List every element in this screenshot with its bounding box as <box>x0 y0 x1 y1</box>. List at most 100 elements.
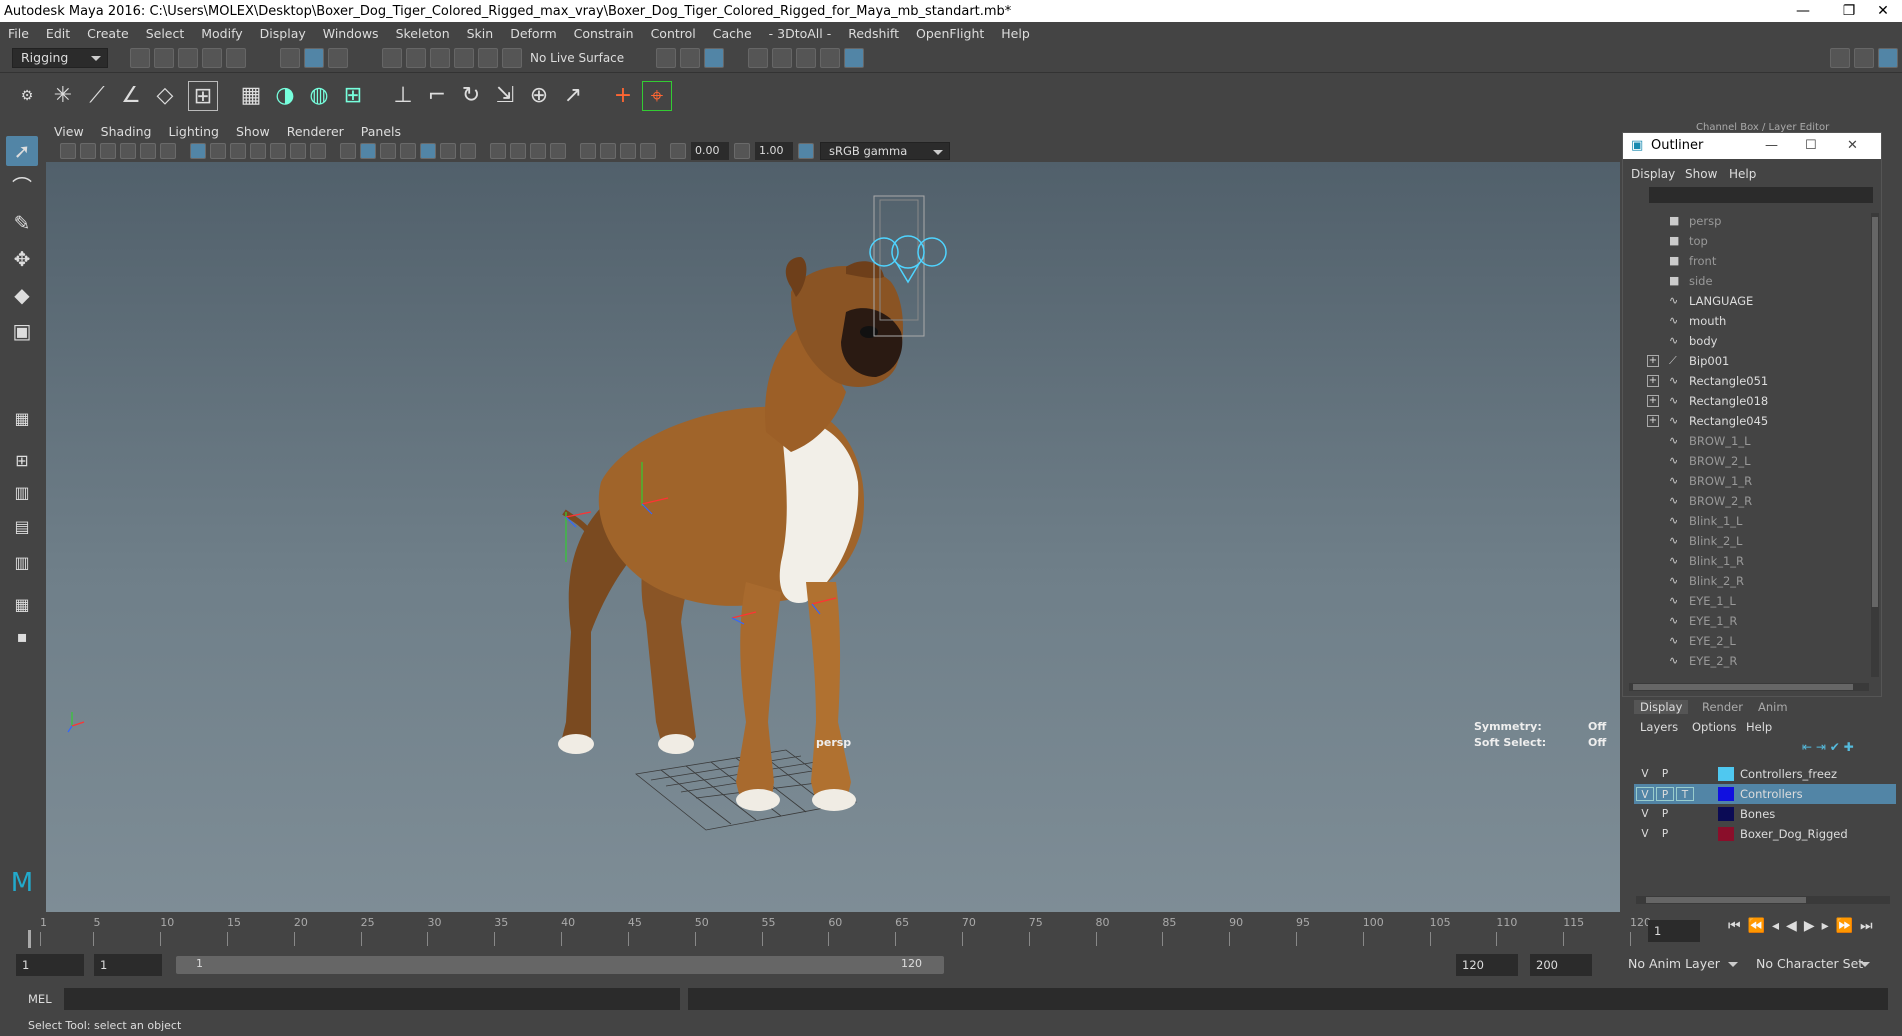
outliner-hscroll[interactable] <box>1629 683 1869 691</box>
render-globals-icon[interactable] <box>844 48 865 68</box>
persp-graph-icon[interactable]: ▥ <box>6 548 38 578</box>
menu-file[interactable]: File <box>8 26 29 41</box>
outliner-item[interactable]: ∿ EYE_2_R <box>1623 651 1863 671</box>
time-slider[interactable]: 1 5 10 15 20 25 30 35 40 45 50 55 60 65 70 75 80 85 90 95 10… <box>0 914 1902 952</box>
menu-cache[interactable]: Cache <box>713 26 752 41</box>
mirror-joint-icon[interactable]: ◇ <box>150 81 180 111</box>
layers-menu-options[interactable]: Options <box>1692 720 1736 734</box>
outliner-vscroll[interactable] <box>1871 213 1879 677</box>
2d-pan-icon[interactable] <box>140 143 156 159</box>
layer-visibility-toggle[interactable]: V <box>1636 807 1654 821</box>
lasso-tool-icon[interactable]: ⌒ <box>6 172 38 202</box>
outliner-item[interactable]: ∿ EYE_1_R <box>1623 611 1863 631</box>
close-button[interactable]: ✕ <box>1860 0 1902 22</box>
snap-grid-icon[interactable] <box>382 48 402 68</box>
scale-constraint-icon[interactable]: ⇲ <box>490 81 520 111</box>
render-view-icon[interactable] <box>680 48 701 68</box>
ambient-occlusion-icon[interactable] <box>490 143 506 159</box>
safe-title-icon[interactable] <box>310 143 326 159</box>
aim-constraint-icon[interactable]: ⊕ <box>524 81 554 111</box>
layer-color-swatch[interactable] <box>1718 767 1734 781</box>
default-material-icon[interactable] <box>380 143 396 159</box>
wireframe-icon[interactable] <box>340 143 356 159</box>
orient-joint-icon[interactable]: ⊞ <box>188 81 218 111</box>
select-hierarchy-icon[interactable] <box>280 48 300 68</box>
tab-display[interactable]: Display <box>1634 700 1689 714</box>
film-gate-icon[interactable] <box>210 143 226 159</box>
mel-label[interactable]: MEL <box>28 992 52 1006</box>
playblast-icon[interactable] <box>820 48 841 68</box>
outliner-menu-show[interactable]: Show <box>1685 167 1717 181</box>
menu-display[interactable]: Display <box>260 26 306 41</box>
motion-blur-icon[interactable] <box>510 143 526 159</box>
more-layouts-icon[interactable]: ▪ <box>6 622 38 652</box>
outliner-menu-help[interactable]: Help <box>1729 167 1756 181</box>
menu-skin[interactable]: Skin <box>467 26 494 41</box>
outliner-item[interactable]: + ∿ Rectangle018 <box>1623 391 1863 411</box>
character-set-dropdown[interactable]: No Character Set <box>1748 955 1876 975</box>
anim-end-field[interactable]: 200 <box>1530 954 1592 976</box>
lights-icon[interactable] <box>440 143 456 159</box>
outliner-item[interactable]: ∿ mouth <box>1623 311 1863 331</box>
layers-menu-layers[interactable]: Layers <box>1640 720 1678 734</box>
menu-deform[interactable]: Deform <box>510 26 556 41</box>
outliner-item[interactable]: ■ side <box>1623 271 1863 291</box>
layer-visibility-toggle[interactable]: V <box>1636 767 1654 781</box>
perspective-viewport[interactable]: persp Symmetry: Off Soft Select: Off <box>46 162 1620 912</box>
outliner-item[interactable]: ∿ BROW_2_L <box>1623 451 1863 471</box>
render-frame-icon[interactable] <box>748 48 769 68</box>
two-view-icon[interactable]: ▥ <box>6 478 38 508</box>
outliner-menu-display[interactable]: Display <box>1631 167 1675 181</box>
orient-constraint-icon[interactable]: ↻ <box>456 81 486 111</box>
select-tool-icon[interactable]: ➚ <box>6 136 38 166</box>
anim-layer-dropdown[interactable]: No Anim Layer <box>1620 955 1744 975</box>
select-object-icon[interactable] <box>304 48 324 68</box>
outliner-maximize-icon[interactable]: ☐ <box>1805 133 1817 159</box>
outliner-search-input[interactable] <box>1649 187 1873 203</box>
outliner-minimize-icon[interactable]: — <box>1765 133 1778 159</box>
menu-windows[interactable]: Windows <box>323 26 379 41</box>
redo-icon[interactable] <box>226 48 246 68</box>
outliner-item[interactable]: ∿ body <box>1623 331 1863 351</box>
xray-joints-icon[interactable] <box>640 143 656 159</box>
exposure-icon[interactable] <box>670 143 686 159</box>
menu-modify[interactable]: Modify <box>201 26 242 41</box>
ipr-render-icon[interactable] <box>704 48 725 68</box>
gamma-icon[interactable] <box>734 143 750 159</box>
anim-start-field[interactable]: 1 <box>16 954 84 976</box>
exposure-field[interactable]: 0.00 <box>691 142 729 160</box>
expand-icon[interactable]: + <box>1647 375 1659 387</box>
textured-icon[interactable] <box>420 143 436 159</box>
outliner-item[interactable]: ■ top <box>1623 231 1863 251</box>
layer-visibility-toggle[interactable]: V <box>1636 787 1654 801</box>
expand-icon[interactable]: + <box>1647 395 1659 407</box>
four-view-icon[interactable]: ⊞ <box>6 446 38 476</box>
outliner-item[interactable]: + ∿ Rectangle051 <box>1623 371 1863 391</box>
hypershade-icon[interactable] <box>796 48 817 68</box>
layers-menu-help[interactable]: Help <box>1746 720 1772 734</box>
image-plane-icon[interactable] <box>120 143 136 159</box>
camera-lock-icon[interactable] <box>80 143 96 159</box>
scale-tool-icon[interactable]: ▣ <box>6 316 38 346</box>
layer-row[interactable]: V P T Controllers <box>1634 784 1896 804</box>
live-surface-label[interactable]: No Live Surface <box>530 51 624 65</box>
layer-visibility-toggle[interactable]: V <box>1636 827 1654 841</box>
render-settings-icon[interactable] <box>772 48 793 68</box>
wireframe-on-shaded-icon[interactable] <box>400 143 416 159</box>
outliner-layout-icon[interactable]: ▦ <box>6 590 38 620</box>
vp-menu-panels[interactable]: Panels <box>361 124 401 139</box>
tab-render[interactable]: Render <box>1702 700 1743 714</box>
layer-color-swatch[interactable] <box>1718 787 1734 801</box>
command-input[interactable] <box>64 988 680 1010</box>
new-scene-icon[interactable] <box>130 48 150 68</box>
ik-spline-icon[interactable]: ∠ <box>116 81 146 111</box>
outliner-close-icon[interactable]: ✕ <box>1847 133 1858 159</box>
channel-box-icon[interactable] <box>1878 48 1898 68</box>
grid-icon[interactable] <box>190 143 206 159</box>
menu-control[interactable]: Control <box>651 26 696 41</box>
playback-start-field[interactable]: 1 <box>94 954 162 976</box>
outliner-item[interactable]: ∿ Blink_1_L <box>1623 511 1863 531</box>
gate-mask-icon[interactable] <box>250 143 266 159</box>
menu-openflight[interactable]: OpenFlight <box>916 26 984 41</box>
isolate-select-icon[interactable] <box>580 143 596 159</box>
